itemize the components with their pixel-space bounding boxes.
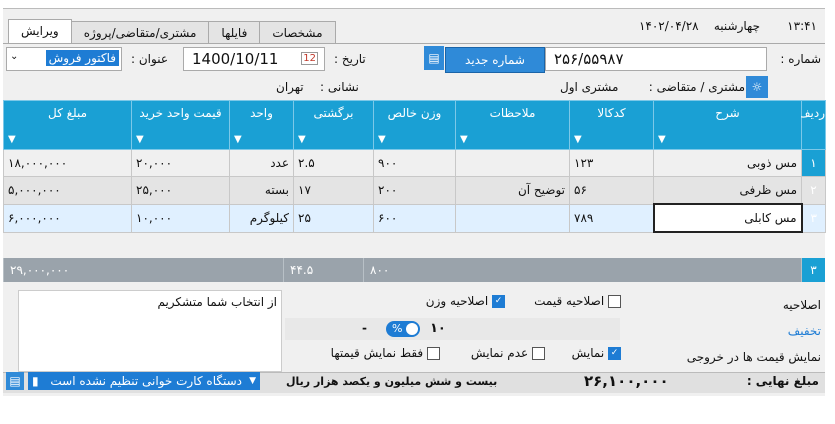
number-value: ۲۵۶/۵۵۹۸۷ <box>554 50 624 68</box>
summary-count: ۳ <box>801 258 825 282</box>
discount-row <box>285 318 620 340</box>
status-date-value: ۱۴۰۲/۰۴/۲۸ <box>638 19 699 33</box>
filter-icon[interactable]: ▼ <box>574 134 582 145</box>
number-field[interactable]: ۲۵۶/۵۵۹۸۷ <box>545 47 767 71</box>
filter-icon[interactable]: ▼ <box>8 134 16 145</box>
summary-row: ۳ ۸۰۰ ۴۴.۵ ۲۹,۰۰۰,۰۰۰ <box>3 258 825 282</box>
customer-value: مشتری اول <box>560 80 619 94</box>
col-price[interactable]: قیمت واحد خرید ▼ <box>131 100 230 150</box>
col-row[interactable]: ردیف <box>798 100 826 150</box>
filter-icon[interactable]: ▼ <box>234 134 242 145</box>
customer-icon[interactable]: ☼ <box>746 76 768 98</box>
summary-return: ۴۴.۵ <box>283 258 363 282</box>
new-number-button[interactable]: شماره جدید <box>445 47 545 73</box>
filter-icon[interactable]: ▼ <box>378 134 386 145</box>
summary-weight: ۸۰۰ <box>363 258 445 282</box>
final-words: بیست و شش میلیون و یکصد هزار ریال <box>286 375 498 388</box>
filter-icon[interactable]: ▼ <box>460 134 468 145</box>
date-label: تاریخ : <box>334 52 366 66</box>
status-day: چهارشنبه <box>713 19 760 33</box>
date-value: 1400/10/11 <box>192 50 279 68</box>
only-prices-option[interactable]: فقط نمایش قیمتها <box>331 346 440 360</box>
filter-icon[interactable]: ▼ <box>136 134 144 145</box>
summary-total: ۲۹,۰۰۰,۰۰۰ <box>3 258 131 282</box>
filter-icon[interactable]: ▼ <box>658 134 666 145</box>
price-correction-checkbox[interactable] <box>608 295 621 308</box>
discount-label[interactable]: تخفیف <box>788 324 821 338</box>
filter-icon[interactable]: ▼ <box>298 134 306 145</box>
percent-sign: % <box>392 322 403 335</box>
customer-label: مشتری / متقاضی : <box>648 80 745 94</box>
final-label: مبلغ نهایی : <box>746 374 819 388</box>
tab-files[interactable]: فایلها <box>208 21 261 44</box>
tab-edit[interactable]: ویرایش <box>8 19 72 44</box>
chevron-down-icon[interactable]: ▼ <box>249 372 256 390</box>
settings-icon[interactable]: ▤ <box>6 372 24 390</box>
col-total[interactable]: مبلغ کل ▼ <box>3 100 132 150</box>
hide-option[interactable]: عدم نمایش <box>471 346 545 360</box>
title-value: فاکتور فروش <box>45 50 119 66</box>
col-notes[interactable]: ملاحظات ▼ <box>455 100 570 150</box>
items-grid: ردیف شرح ▼ کدکالا ▼ ملاحظات ▼ وزن خالص ▼ برگ… <box>3 100 826 233</box>
status-clock: ۱۳:۴۱ <box>787 19 817 33</box>
col-desc[interactable]: شرح ▼ <box>653 100 802 150</box>
weight-correction[interactable]: ✓ اصلاحیه وزن <box>426 294 505 308</box>
note-text: از انتخاب شما متشکریم <box>157 295 277 309</box>
title-select[interactable]: فاکتور فروش ⌄ <box>6 47 122 71</box>
show-option[interactable]: ✓ نمایش <box>572 346 621 360</box>
torn-edge-top <box>0 0 835 8</box>
correction-label: اصلاحیه <box>782 298 821 312</box>
address-label: نشانی : <box>320 80 359 94</box>
show-prices-label: نمایش قیمت ها در خروجی <box>686 350 821 364</box>
tab-bar: ویرایش مشتری/متقاضی/پروژه فایلها مشخصات <box>8 19 336 44</box>
chevron-down-icon[interactable]: ⌄ <box>10 51 18 62</box>
show-checkbox[interactable]: ✓ <box>608 347 621 360</box>
col-weight[interactable]: وزن خالص ▼ <box>373 100 456 150</box>
card-reader-status[interactable]: ▼ دستگاه کارت خوانی تنظیم نشده است ▮ <box>28 372 260 390</box>
status-time: ۱۳:۴۱ <box>787 19 817 33</box>
col-code[interactable]: کدکالا ▼ <box>569 100 654 150</box>
only-prices-checkbox[interactable] <box>427 347 440 360</box>
number-label: شماره : <box>780 52 821 66</box>
hide-checkbox[interactable] <box>532 347 545 360</box>
discount-value[interactable]: ۱۰ <box>430 321 446 336</box>
tab-specs[interactable]: مشخصات <box>259 21 336 44</box>
table-row[interactable]: ۲ مس ظرفی ۵۶ توضیح آن ۲۰۰ ۱۷ بسته ۲۵,۰۰۰… <box>3 176 826 205</box>
final-value: ۲۶,۱۰۰,۰۰۰ <box>584 372 669 390</box>
table-row[interactable]: ۳ مس کابلی ۷۸۹ ۶۰۰ ۲۵ کیلوگرم ۱۰,۰۰۰ ۶,۰… <box>3 203 826 233</box>
title-label: عنوان : <box>131 52 168 66</box>
tab-divider <box>3 43 825 44</box>
col-return[interactable]: برگشتی ▼ <box>293 100 374 150</box>
price-correction[interactable]: اصلاحیه قیمت <box>534 294 621 308</box>
grid-header: ردیف شرح ▼ کدکالا ▼ ملاحظات ▼ وزن خالص ▼ برگ… <box>3 100 826 150</box>
calendar-icon[interactable]: 12 <box>301 52 318 65</box>
minus-sign[interactable]: - <box>362 321 367 335</box>
tab-customer[interactable]: مشتری/متقاضی/پروژه <box>70 21 210 44</box>
col-unit[interactable]: واحد ▼ <box>229 100 294 150</box>
weight-correction-checkbox[interactable]: ✓ <box>492 295 505 308</box>
date-field[interactable]: 1400/10/11 12 <box>183 47 325 71</box>
table-row[interactable]: ۱ مس ذوبی ۱۲۳ ۹۰۰ ۲.۵ عدد ۲۰,۰۰۰ ۱۸,۰۰۰,… <box>3 149 826 177</box>
address-value: تهران <box>276 80 304 94</box>
note-box[interactable]: از انتخاب شما متشکریم <box>18 290 282 372</box>
status-date: چهارشنبه ۱۴۰۲/۰۴/۲۸ <box>639 19 760 33</box>
calc-icon[interactable]: ▤ <box>424 46 444 70</box>
torn-edge-bottom <box>0 396 835 424</box>
card-reader-icon: ▮ <box>32 374 39 388</box>
